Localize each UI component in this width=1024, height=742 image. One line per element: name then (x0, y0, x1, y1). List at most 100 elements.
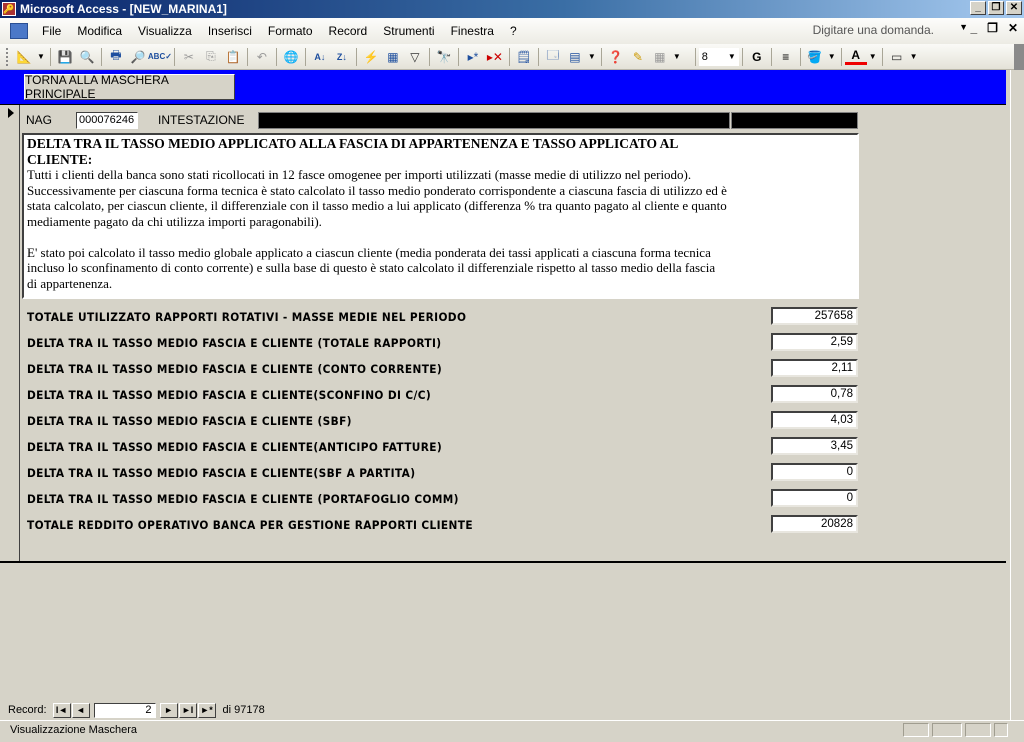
properties-icon[interactable]: 🗒 (513, 47, 535, 67)
menu-finestra[interactable]: Finestra (443, 24, 502, 38)
mdi-restore-button[interactable]: ❐ (987, 21, 998, 35)
separator (304, 47, 306, 66)
memo-paragraph-1: Tutti i clienti della banca sono stati r… (27, 167, 727, 229)
toolbar-grip[interactable] (6, 47, 9, 66)
filter-by-form-icon[interactable]: ▦ (382, 47, 404, 67)
separator (275, 47, 277, 66)
intestazione-field-2[interactable] (731, 112, 858, 129)
find-icon[interactable]: 🔭 (433, 47, 455, 67)
title-bar: 🔑 Microsoft Access - [NEW_MARINA1] _ ❐ ✕ (0, 0, 1024, 18)
record-selector[interactable] (0, 105, 20, 561)
previous-record-button[interactable]: ◄ (71, 702, 90, 718)
menu-inserisci[interactable]: Inserisci (200, 24, 260, 38)
sort-descending-icon[interactable]: Z↓ (331, 47, 353, 67)
undo-icon[interactable]: ↶ (251, 47, 273, 67)
gridlines-icon[interactable]: ▦ (649, 47, 671, 67)
insert-hyperlink-icon[interactable]: 🌐 (280, 47, 302, 67)
menu-strumenti[interactable]: Strumenti (375, 24, 442, 38)
value-delta-conto-corrente[interactable]: 2,11 (771, 359, 858, 377)
font-size-select[interactable]: 8 ▼ (698, 47, 739, 66)
nag-label: NAG (26, 113, 53, 127)
value-delta-sbf-partita[interactable]: 0 (771, 463, 858, 481)
value-delta-anticipo-fatture[interactable]: 3,45 (771, 437, 858, 455)
value-delta-totale-rapporti[interactable]: 2,59 (771, 333, 858, 351)
spelling-icon[interactable]: ABC✓ (148, 47, 172, 67)
memo-title: DELTA TRA IL TASSO MEDIO APPLICATO ALLA … (27, 136, 678, 167)
paste-icon[interactable]: 📋 (222, 47, 244, 67)
menu-bar: File Modifica Visualizza Inserisci Forma… (0, 18, 1024, 44)
line-border-icon[interactable]: ▭ (886, 47, 908, 67)
filter-edit-icon[interactable]: ✎ (627, 47, 649, 67)
intestazione-label: INTESTAZIONE (158, 113, 245, 127)
sort-ascending-icon[interactable]: A↓ (309, 47, 331, 67)
value-delta-sconfino[interactable]: 0,78 (771, 385, 858, 403)
mdi-minimize-button[interactable]: _ (970, 21, 977, 35)
form-document-icon[interactable] (10, 23, 28, 39)
bold-button[interactable]: G (746, 47, 768, 67)
last-record-button[interactable]: ►I (178, 702, 197, 718)
close-button[interactable]: ✕ (1006, 1, 1022, 15)
help-dropdown-icon[interactable]: ▼ (959, 22, 968, 32)
current-record-input[interactable]: 2 (93, 702, 156, 718)
row-label-delta-conto-corrente: DELTA TRA IL TASSO MEDIO FASCIA E CLIENT… (27, 362, 443, 376)
help-icon[interactable]: ❓ (605, 47, 627, 67)
menu-file[interactable]: File (34, 24, 69, 38)
mdi-close-button[interactable]: ✕ (1008, 21, 1018, 35)
row-label-totale-utilizzato: TOTALE UTILIZZATO RAPPORTI ROTATIVI - MA… (27, 310, 467, 324)
minimize-button[interactable]: _ (970, 1, 986, 15)
menu-visualizza[interactable]: Visualizza (130, 24, 200, 38)
separator (799, 47, 801, 66)
new-object-dropdown-icon[interactable]: ▼ (588, 52, 596, 61)
new-record-icon[interactable]: ▸* (462, 47, 484, 67)
value-totale-reddito[interactable]: 20828 (771, 515, 858, 533)
filter-by-selection-icon[interactable]: ⚡ (360, 47, 382, 67)
explanation-memo[interactable]: DELTA TRA IL TASSO MEDIO APPLICATO ALLA … (22, 133, 859, 299)
database-window-icon[interactable]: 🗔 (542, 47, 564, 67)
restore-button[interactable]: ❐ (988, 1, 1004, 15)
cut-icon[interactable]: ✂ (178, 47, 200, 67)
row-label-delta-sbf-partita: DELTA TRA IL TASSO MEDIO FASCIA E CLIENT… (27, 466, 416, 480)
menu-record[interactable]: Record (321, 24, 376, 38)
access-app-icon: 🔑 (2, 2, 16, 16)
new-object-icon[interactable]: ▤ (564, 47, 586, 67)
form-header: TORNA ALLA MASCHERA PRINCIPALE (0, 70, 1006, 105)
separator (428, 47, 430, 66)
back-to-main-form-button[interactable]: TORNA ALLA MASCHERA PRINCIPALE (24, 73, 235, 101)
delete-record-icon[interactable]: ▸✕ (484, 47, 506, 67)
record-navigation-bar: Record: I◄ ◄ 2 ► ►I ►* di 97178 (0, 700, 1024, 720)
toolbar-overflow-button[interactable] (1014, 44, 1024, 70)
menu-modifica[interactable]: Modifica (69, 24, 130, 38)
value-delta-portafoglio[interactable]: 0 (771, 489, 858, 507)
align-center-icon[interactable]: ≡ (775, 47, 797, 67)
first-record-button[interactable]: I◄ (52, 702, 71, 718)
fill-color-dropdown-icon[interactable]: ▼ (828, 52, 836, 61)
separator (100, 47, 102, 66)
design-view-icon[interactable]: 📐 (13, 47, 35, 67)
nag-field[interactable]: 000076246 (76, 112, 138, 129)
save-icon[interactable]: 💾 (54, 47, 76, 67)
print-preview-icon[interactable]: 🔎 (127, 47, 149, 67)
apply-filter-icon[interactable]: ▽ (404, 47, 426, 67)
value-delta-sbf[interactable]: 4,03 (771, 411, 858, 429)
print-icon[interactable]: 🖶 (105, 47, 127, 67)
new-record-button[interactable]: ►* (197, 702, 216, 718)
font-size-dropdown-icon[interactable]: ▼ (728, 52, 736, 61)
font-color-icon[interactable]: A (844, 48, 867, 65)
font-color-dropdown-icon[interactable]: ▼ (869, 52, 877, 61)
copy-icon[interactable]: ⎘ (200, 47, 222, 67)
view-dropdown-icon[interactable]: ▼ (37, 52, 45, 61)
next-record-button[interactable]: ► (159, 702, 178, 718)
gridlines-dropdown-icon[interactable]: ▼ (673, 52, 681, 61)
help-question-input[interactable]: Digitare una domanda. (813, 23, 934, 37)
row-label-delta-sconfino: DELTA TRA IL TASSO MEDIO FASCIA E CLIENT… (27, 388, 432, 402)
value-totale-utilizzato[interactable]: 257658 (771, 307, 858, 325)
line-border-dropdown-icon[interactable]: ▼ (910, 52, 918, 61)
menu-help[interactable]: ? (502, 24, 525, 38)
intestazione-field[interactable] (258, 112, 730, 129)
separator (770, 47, 772, 66)
search-file-icon[interactable]: 🔍 (76, 47, 98, 67)
separator (49, 47, 51, 66)
fill-color-icon[interactable]: 🪣 (804, 47, 826, 67)
status-cell (965, 723, 991, 737)
menu-formato[interactable]: Formato (260, 24, 321, 38)
